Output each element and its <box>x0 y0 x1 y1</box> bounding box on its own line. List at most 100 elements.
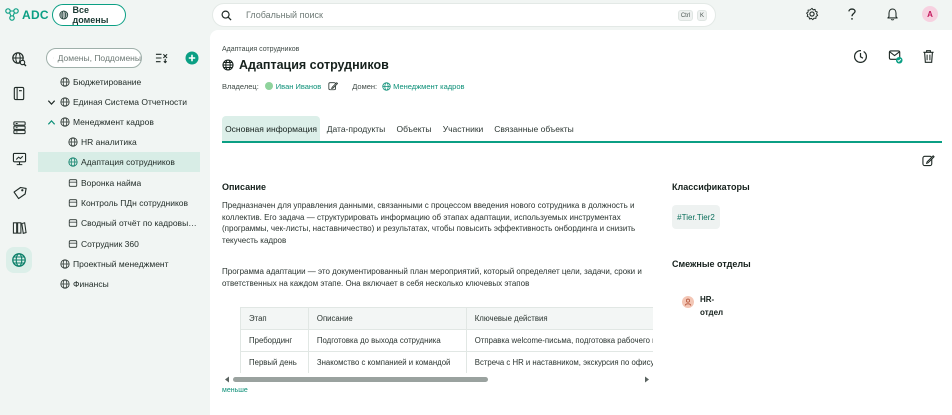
domain-link[interactable]: Менеджмент кадров <box>382 82 464 91</box>
globe-icon <box>60 77 70 87</box>
page-title-row: Адаптация сотрудников <box>222 58 389 72</box>
table-header-cell: Описание <box>307 307 467 330</box>
tab-data-products[interactable]: Дата-продукты <box>324 116 388 141</box>
table-cell: Знакомство с компанией и командой <box>307 351 467 373</box>
main-panel: Адаптация сотрудников Адаптация сотрудни… <box>210 30 952 415</box>
all-domains-label: Все домены <box>72 5 109 25</box>
domain-label: Домен: <box>352 81 378 91</box>
tree-item-pd-control[interactable]: Контроль ПДн сотрудников <box>38 193 200 213</box>
tree-item-employee-onboarding[interactable]: Адаптация сотрудников <box>38 152 200 172</box>
shortcut-k-key: K <box>697 10 707 21</box>
top-bar: ADC Все домены Глобальный поиск Ctrl K A <box>0 0 952 30</box>
owner-link[interactable]: Иван Иванов <box>264 81 322 91</box>
tree-item-label: Менеджмент кадров <box>73 117 154 127</box>
user-avatar[interactable]: A <box>922 6 938 22</box>
search-icon <box>53 57 54 59</box>
domain-search-input[interactable]: Домены, Поддомены <box>46 48 142 68</box>
tree-item-budgeting[interactable]: Бюджетирование <box>38 72 200 92</box>
tree-item-label: Контроль ПДн сотрудников <box>81 198 189 208</box>
subscribe-check-icon[interactable] <box>888 49 903 64</box>
owner-domain-row: Владелец: Иван Иванов Домен: Менеджмент … <box>222 81 464 91</box>
department-avatar <box>682 296 694 308</box>
shortcut-ctrl-key: Ctrl <box>678 10 693 21</box>
tree-item-label: Проектный менеджмент <box>73 259 169 269</box>
department-label: HR-отдел <box>700 295 724 317</box>
tree-item-unified-reporting[interactable]: Единая Система Отчетности <box>38 92 200 112</box>
chevron-up-icon[interactable] <box>47 118 56 127</box>
data-product-icon <box>68 179 78 187</box>
global-search-input[interactable]: Глобальный поиск Ctrl K <box>212 3 716 27</box>
app-logo[interactable]: ADC <box>4 7 49 23</box>
department-item[interactable]: HR-отдел <box>682 293 728 319</box>
tree-item-project-management[interactable]: Проектный менеджмент <box>38 254 200 274</box>
subdomain-globe-icon <box>68 137 78 147</box>
description-text-2: Программа адаптации — это документирован… <box>222 267 642 288</box>
tree-item-summary-report[interactable]: Сводный отчёт по кадровым и... <box>38 213 200 233</box>
tree-item-label: Сотрудник 360 <box>81 239 139 249</box>
tab-related-objects[interactable]: Связанные объекты <box>492 116 576 141</box>
owner-avatar <box>264 82 273 90</box>
rail-database[interactable] <box>6 114 32 140</box>
tree-item-employee-360[interactable]: Сотрудник 360 <box>38 234 200 254</box>
rail-library[interactable] <box>6 214 32 240</box>
edit-owner-icon[interactable] <box>328 81 339 91</box>
add-domain-icon[interactable] <box>185 51 199 65</box>
stages-table: Этап Описание Ключевые действия Преборди… <box>240 307 653 373</box>
server-icon <box>12 120 26 134</box>
rail-monitor[interactable] <box>6 146 32 172</box>
help-icon[interactable] <box>846 7 858 21</box>
domain-search-placeholder: Домены, Поддомены <box>57 53 141 63</box>
tab-participants[interactable]: Участники <box>440 116 486 141</box>
breadcrumb[interactable]: Адаптация сотрудников <box>222 46 299 53</box>
data-product-icon <box>68 240 78 248</box>
rail-book[interactable] <box>6 80 32 106</box>
history-icon[interactable] <box>853 49 868 64</box>
tab-objects[interactable]: Объекты <box>394 116 434 141</box>
table-cell: Пребординг <box>240 329 309 352</box>
description-text: Предназначен для управления данными, свя… <box>222 201 636 246</box>
bell-icon[interactable] <box>886 7 899 21</box>
tree-item-label: Бюджетирование <box>73 77 142 87</box>
gear-icon[interactable] <box>805 7 819 21</box>
table-header-cell: Ключевые действия <box>465 307 653 330</box>
tab-basic-info[interactable]: Основная информация <box>222 116 320 141</box>
globe-icon <box>60 97 70 107</box>
scroll-left-arrow-icon[interactable] <box>224 376 230 383</box>
table-cell: Первый день <box>240 351 309 373</box>
rail-domains[interactable] <box>6 247 32 273</box>
table-cell: Отправка welcome-письма, подготовка рабо… <box>465 329 653 352</box>
tag-icon <box>12 186 27 199</box>
tree-item-finance[interactable]: Финансы <box>38 274 200 294</box>
scroll-right-arrow-icon[interactable] <box>644 376 650 383</box>
all-domains-button[interactable]: Все домены <box>52 4 126 26</box>
trash-icon[interactable] <box>922 49 935 64</box>
globe-icon <box>60 279 70 289</box>
table-horizontal-scrollbar[interactable] <box>224 375 652 383</box>
edit-icon[interactable] <box>922 154 935 167</box>
globe-icon <box>59 10 69 20</box>
left-rail <box>0 30 38 415</box>
tree-item-hr-management[interactable]: Менеджмент кадров <box>38 112 200 132</box>
rail-tags[interactable] <box>6 180 32 206</box>
tab-bar: Основная информация Дата-продукты Объект… <box>222 116 942 143</box>
global-search-placeholder: Глобальный поиск <box>246 10 323 20</box>
globe-icon <box>60 259 70 269</box>
tree-item-hiring-funnel[interactable]: Воронка найма <box>38 173 200 193</box>
chevron-down-icon[interactable] <box>47 98 56 107</box>
table-row: Пребординг Подготовка до выхода сотрудни… <box>240 329 653 352</box>
domain-name: Менеджмент кадров <box>393 81 465 91</box>
show-less-link[interactable]: меньше <box>222 387 248 394</box>
rail-search-catalog[interactable] <box>6 46 32 72</box>
tree-item-label: Сводный отчёт по кадровым и... <box>81 218 200 228</box>
tree-item-label: HR аналитика <box>81 137 137 147</box>
classifier-chip[interactable]: #Tier.Tier2 <box>672 205 720 229</box>
globe-icon <box>12 253 26 267</box>
table-header-cell: Этап <box>240 307 309 330</box>
data-product-icon <box>68 219 78 227</box>
description-heading: Описание <box>222 182 267 192</box>
table-row: Первый день Знакомство с компанией и ком… <box>240 351 653 373</box>
tree-item-hr-analytics[interactable]: HR аналитика <box>38 132 200 152</box>
sort-filter-icon[interactable] <box>155 52 168 64</box>
scroll-thumb[interactable] <box>233 377 488 382</box>
owner-name: Иван Иванов <box>275 81 322 91</box>
